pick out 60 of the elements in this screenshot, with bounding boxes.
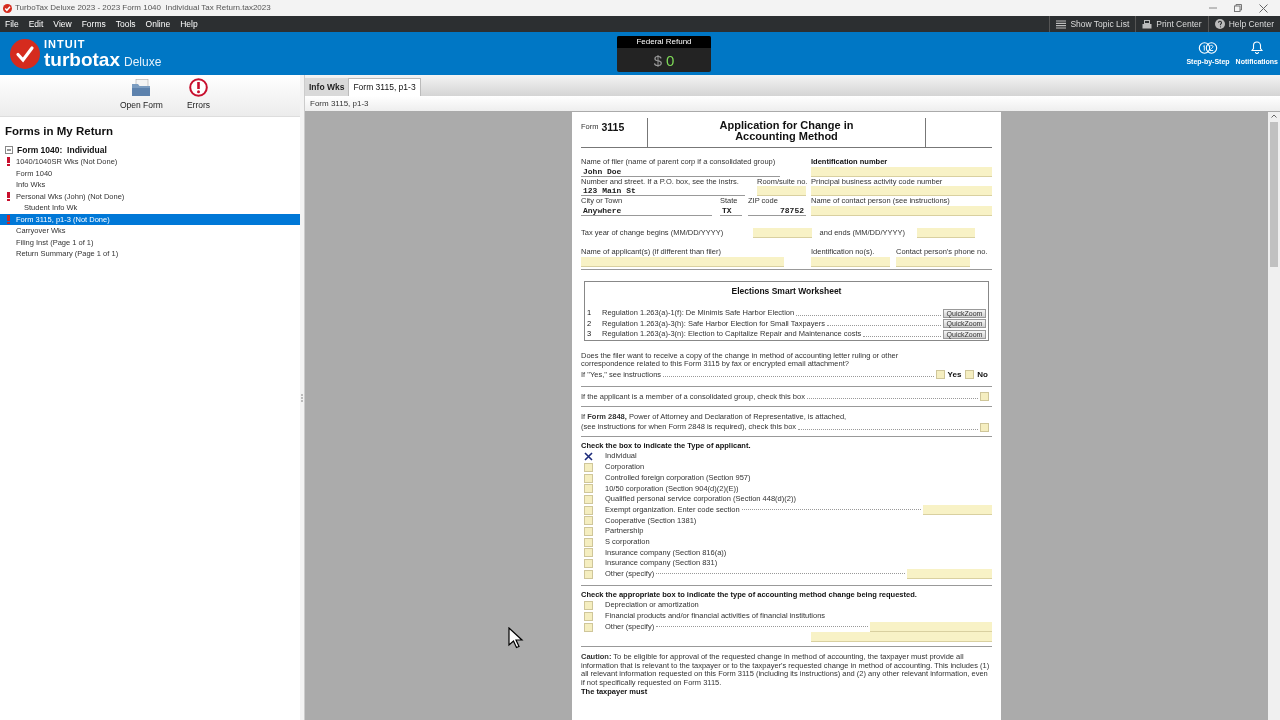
close-icon[interactable]	[1259, 3, 1268, 13]
input-field[interactable]	[811, 256, 890, 267]
input-field[interactable]	[757, 186, 806, 197]
input-field[interactable]	[811, 186, 992, 197]
input-field[interactable]: 123 Main St	[581, 186, 745, 197]
checkmark-logo-icon	[10, 38, 40, 69]
input-field[interactable]	[896, 256, 970, 267]
brand-company: INTUIT	[44, 38, 87, 50]
scrollbar-thumb[interactable]	[1270, 122, 1278, 267]
brand-edition: Deluxe	[124, 55, 162, 68]
toolbar-button[interactable]: Open Form	[119, 79, 163, 112]
help-icon	[1214, 19, 1225, 29]
panel-title: Forms in My Return	[4, 124, 114, 139]
restore-icon[interactable]	[1234, 4, 1242, 12]
menu-item[interactable]: File	[5, 17, 19, 31]
minimize-icon[interactable]	[1209, 4, 1217, 12]
printer-icon	[1142, 19, 1153, 29]
form-number: 3115	[601, 121, 625, 134]
input-field[interactable]	[581, 256, 784, 267]
menu-item[interactable]: Edit	[28, 17, 44, 31]
input-field[interactable]	[811, 632, 992, 643]
menu-item[interactable]: Online	[145, 17, 171, 31]
window-title: TurboTax Deluxe 2023 - 2023 Form 1040 Individual Tax Return.tax2023	[15, 2, 271, 14]
app-logo-icon	[3, 3, 12, 13]
tree-node[interactable]: Form 1040: Individual	[17, 143, 107, 157]
input-field[interactable]	[907, 569, 992, 580]
menu-item[interactable]: Forms	[81, 17, 106, 31]
menu-item[interactable]: Help	[180, 17, 198, 31]
form-title: Application for Change in Accounting Method	[718, 118, 855, 144]
input-field[interactable]: TX	[720, 205, 742, 216]
input-field[interactable]	[811, 166, 992, 177]
input-field[interactable]: 78752	[748, 205, 806, 216]
input-field[interactable]	[752, 227, 812, 238]
input-field[interactable]	[870, 622, 992, 633]
option-label: Yes	[947, 370, 962, 380]
checkbox[interactable]	[584, 452, 593, 462]
breadcrumb: Form 3115, p1-3	[309, 97, 369, 110]
refund-meter: Federal Refund $ 0	[617, 36, 711, 72]
brand-product: turbotax	[44, 49, 120, 69]
error-icon	[189, 78, 208, 98]
input-field[interactable]: Anywhere	[581, 205, 712, 216]
input-field[interactable]	[811, 205, 992, 216]
option-label: No	[977, 370, 988, 380]
input-field[interactable]	[917, 227, 975, 238]
worksheet-title: Elections Smart Worksheet	[730, 286, 843, 297]
scroll-up-icon[interactable]	[1270, 112, 1278, 120]
folder-icon	[131, 79, 152, 98]
toolbar-button[interactable]: Errors	[186, 78, 211, 112]
collapse-icon[interactable]	[5, 146, 13, 155]
bell-icon	[1250, 41, 1263, 55]
menu-item[interactable]: View	[53, 17, 72, 31]
tab[interactable]: Form 3115, p1-3	[348, 78, 421, 96]
input-field[interactable]	[923, 505, 992, 516]
menu-item[interactable]: Tools	[115, 17, 136, 31]
scrollbar[interactable]	[1268, 112, 1280, 720]
tab[interactable]: Info Wks	[305, 78, 349, 96]
input-field[interactable]: John Doe	[581, 166, 780, 177]
cursor-icon	[508, 627, 524, 649]
list-icon	[1056, 19, 1067, 29]
numbered-circles-icon	[1198, 42, 1218, 55]
